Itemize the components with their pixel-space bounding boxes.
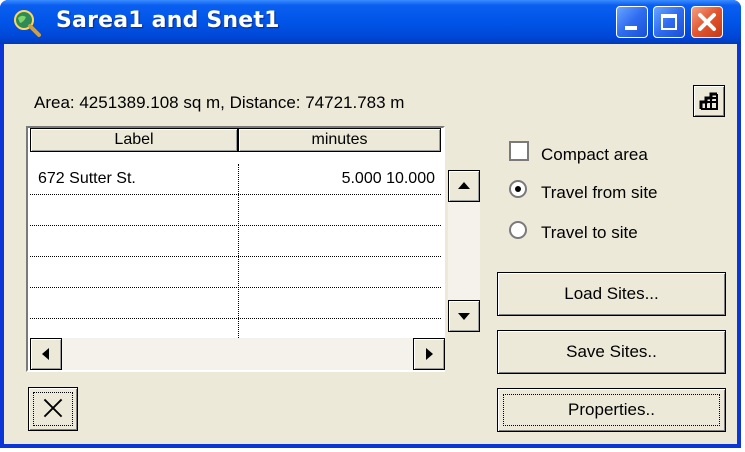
scroll-left-button[interactable]	[30, 338, 62, 370]
clear-button[interactable]	[28, 387, 78, 431]
column-header-label[interactable]: Label	[30, 128, 238, 152]
column-header-minutes[interactable]: minutes	[238, 128, 441, 152]
arrow-left-icon	[42, 348, 49, 360]
globe-magnifier-icon	[14, 10, 41, 37]
scroll-right-button[interactable]	[413, 338, 445, 370]
minimize-icon	[625, 26, 637, 30]
compact-area-checkbox[interactable]	[509, 141, 529, 161]
grid-tool-button[interactable]	[693, 85, 725, 117]
table-row[interactable]	[30, 288, 441, 319]
travel-from-site-radio[interactable]	[509, 180, 527, 198]
close-icon	[698, 13, 716, 31]
x-icon	[43, 398, 63, 418]
table-row[interactable]	[30, 195, 441, 226]
travel-from-site-label: Travel from site	[541, 183, 658, 202]
horizontal-scrollbar[interactable]	[30, 338, 445, 370]
arrow-down-icon	[458, 313, 470, 320]
vertical-scroll-track[interactable]	[448, 202, 480, 300]
area-distance-text: Area: 4251389.108 sq m, Distance: 74721.…	[34, 93, 405, 112]
save-sites-button[interactable]: Save Sites..	[497, 330, 726, 374]
scroll-down-button[interactable]	[448, 300, 480, 332]
table-row[interactable]: 672 Sutter St. 5.000 10.000	[30, 164, 441, 195]
row-label: 672 Sutter St.	[38, 170, 136, 187]
properties-label: Properties..	[568, 400, 655, 419]
maximize-button[interactable]	[653, 6, 685, 38]
sites-table[interactable]: Label minutes 672 Sutter St. 5.000 10.00…	[26, 126, 445, 372]
column-divider	[238, 164, 239, 338]
minimize-button[interactable]	[616, 6, 648, 38]
grid-stairs-icon	[699, 92, 718, 110]
table-row[interactable]	[30, 226, 441, 257]
radio-selected-dot	[515, 186, 521, 192]
load-sites-button[interactable]: Load Sites...	[497, 272, 726, 316]
properties-button[interactable]: Properties..	[497, 388, 726, 432]
travel-to-site-label: Travel to site	[541, 223, 638, 242]
scroll-up-button[interactable]	[448, 170, 480, 202]
horizontal-scroll-track[interactable]	[62, 338, 413, 370]
window-title: Sarea1 and Snet1	[56, 8, 280, 33]
travel-to-site-radio[interactable]	[509, 221, 527, 239]
row-minutes: 5.000 10.000	[341, 170, 435, 187]
vertical-scrollbar[interactable]	[448, 170, 480, 332]
arrow-right-icon	[426, 348, 433, 360]
close-button[interactable]	[691, 6, 723, 38]
compact-area-label: Compact area	[541, 145, 648, 164]
arrow-up-icon	[458, 182, 470, 189]
table-row[interactable]	[30, 257, 441, 288]
maximize-icon	[661, 14, 677, 30]
title-bar[interactable]: Sarea1 and Snet1	[0, 0, 741, 44]
